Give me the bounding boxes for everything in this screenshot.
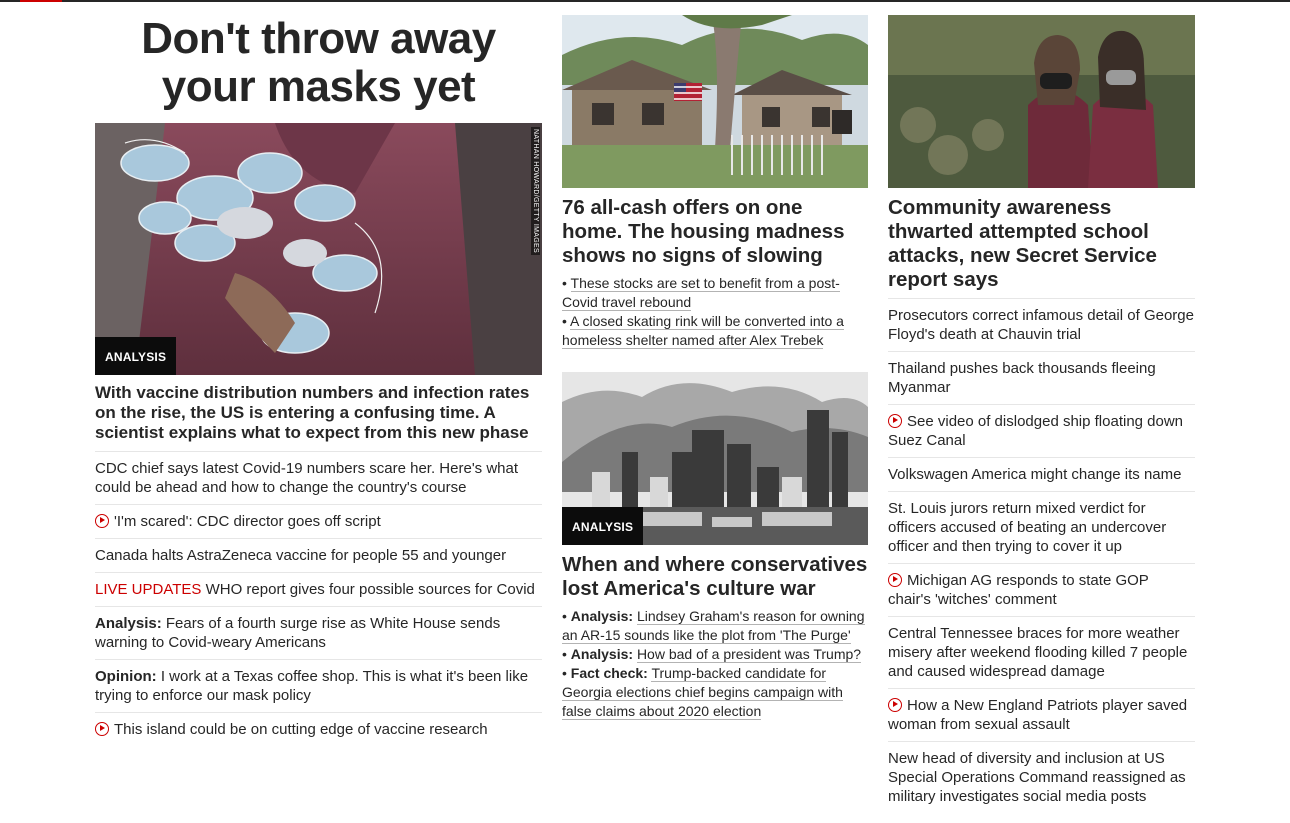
list-item[interactable]: CDC chief says latest Covid-19 numbers s… [95, 452, 542, 505]
list-item[interactable]: This island could be on cutting edge of … [95, 713, 542, 746]
item-prefix: Fact check: [570, 665, 648, 681]
lead-headline[interactable]: With vaccine distribution numbers and in… [95, 383, 542, 452]
photo-credit: NATHAN HOWARD/GETTY IMAGES [531, 127, 540, 255]
play-icon [888, 414, 902, 428]
housing-related-links: • These stocks are set to benefit from a… [562, 274, 868, 350]
analysis-badge: ANALYSIS [95, 337, 177, 375]
top-stories-list: Prosecutors correct infamous detail of G… [888, 299, 1195, 813]
list-item[interactable]: • Analysis: Lindsey Graham's reason for … [562, 607, 868, 645]
list-item[interactable]: LIVE UPDATES WHO report gives four possi… [95, 573, 542, 607]
list-item[interactable]: Canada halts AstraZeneca vaccine for peo… [95, 539, 542, 573]
list-item[interactable]: • Analysis: How bad of a president was T… [562, 645, 868, 664]
school-attacks-headline[interactable]: Community awareness thwarted attempted s… [888, 196, 1195, 299]
list-item[interactable]: Michigan AG responds to state GOP chair'… [888, 564, 1195, 617]
play-icon [888, 698, 902, 712]
lead-column: Don't throw away your masks yet NATHAN H… [95, 15, 542, 746]
culture-war-related-links: • Analysis: Lindsey Graham's reason for … [562, 607, 868, 721]
banner-headline[interactable]: Don't throw away your masks yet [95, 15, 542, 123]
related-stories-list: CDC chief says latest Covid-19 numbers s… [95, 452, 542, 746]
middle-column: 76 all-cash offers on one home. The hous… [562, 15, 868, 721]
list-item[interactable]: 'I'm scared': CDC director goes off scri… [95, 505, 542, 539]
housing-headline[interactable]: 76 all-cash offers on one home. The hous… [562, 196, 868, 268]
list-item[interactable]: Volkswagen America might change its name [888, 458, 1195, 492]
item-prefix: Analysis: [570, 646, 634, 662]
play-icon [95, 514, 109, 528]
item-prefix: Analysis: [570, 608, 634, 624]
list-item[interactable]: New head of diversity and inclusion at U… [888, 742, 1195, 813]
list-item[interactable]: • A closed skating rink will be converte… [562, 312, 868, 350]
list-item[interactable]: See video of dislodged ship floating dow… [888, 405, 1195, 458]
list-item[interactable]: Analysis: Fears of a fourth surge rise a… [95, 607, 542, 660]
top-border [0, 0, 1290, 2]
list-item[interactable]: How a New England Patriots player saved … [888, 689, 1195, 742]
top-accent-bar [20, 0, 62, 2]
skyline-image[interactable]: ANALYSIS [562, 372, 868, 545]
item-prefix: Opinion: [95, 668, 157, 685]
students-photo [888, 15, 1195, 188]
item-prefix: Analysis: [95, 615, 162, 632]
list-item[interactable]: • Fact check: Trump-backed candidate for… [562, 664, 868, 721]
school-image[interactable] [888, 15, 1195, 188]
list-item[interactable]: • These stocks are set to benefit from a… [562, 274, 868, 312]
play-icon [95, 722, 109, 736]
right-column: Community awareness thwarted attempted s… [888, 15, 1195, 813]
list-item[interactable]: Central Tennessee braces for more weathe… [888, 617, 1195, 689]
list-item[interactable]: St. Louis jurors return mixed verdict fo… [888, 492, 1195, 564]
list-item[interactable]: Prosecutors correct infamous detail of G… [888, 299, 1195, 352]
play-icon [888, 573, 902, 587]
culture-war-headline[interactable]: When and where conservatives lost Americ… [562, 553, 868, 601]
house-photo [562, 15, 868, 188]
analysis-badge: ANALYSIS [562, 507, 644, 545]
list-item[interactable]: Thailand pushes back thousands fleeing M… [888, 352, 1195, 405]
housing-image[interactable] [562, 15, 868, 188]
live-updates-label: LIVE UPDATES [95, 581, 202, 598]
list-item[interactable]: Opinion: I work at a Texas coffee shop. … [95, 660, 542, 713]
lead-image[interactable]: NATHAN HOWARD/GETTY IMAGES ANALYSIS [95, 123, 542, 375]
